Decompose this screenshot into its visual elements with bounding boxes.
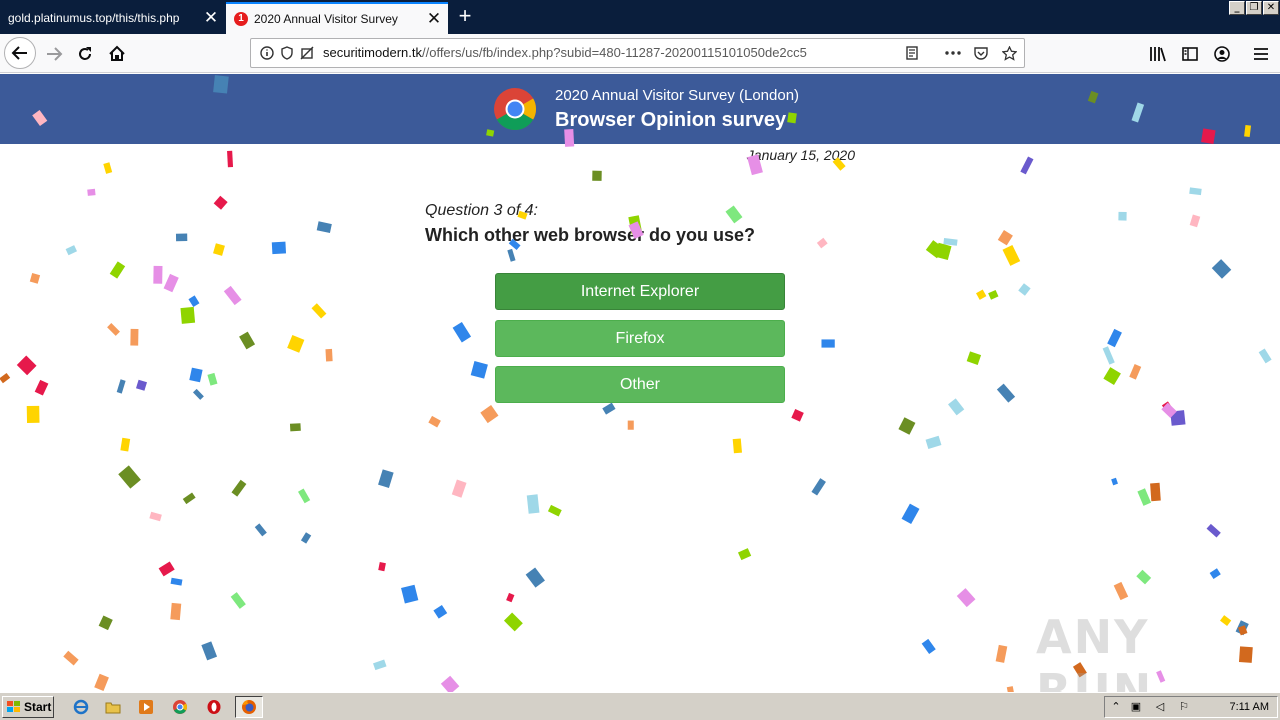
new-tab-button[interactable]: + [450, 2, 480, 32]
forward-arrow-icon [47, 47, 63, 61]
answer-firefox-button[interactable]: Firefox [495, 320, 785, 357]
windows-logo-icon [7, 701, 20, 712]
library-icon[interactable] [1148, 44, 1168, 64]
answer-other-button[interactable]: Other [495, 366, 785, 403]
minimize-button[interactable]: _ [1229, 1, 1245, 15]
opera-icon[interactable] [205, 698, 223, 716]
action-center-flag-icon[interactable]: ⚐ [1177, 700, 1191, 714]
network-icon[interactable]: ▣ [1129, 700, 1143, 714]
notification-badge-icon: 1 [234, 12, 248, 26]
home-icon [109, 45, 125, 61]
start-button[interactable]: Start [2, 696, 54, 718]
system-tray: ⌃ ▣ ◁ ⚐ 7:11 AM [1104, 696, 1278, 718]
home-button[interactable] [102, 39, 132, 69]
tab-gold-platinumus[interactable]: gold.platinumus.top/this/this.php ✕ [0, 2, 225, 34]
tab-visitor-survey[interactable]: 1 2020 Annual Visitor Survey ✕ [226, 2, 448, 34]
question-counter: Question 3 of 4: [425, 202, 538, 219]
taskbar-clock[interactable]: 7:11 AM [1229, 701, 1269, 713]
window-controls: _ ❐ ✕ [1229, 1, 1279, 15]
back-button[interactable] [4, 37, 36, 69]
restore-button[interactable]: ❐ [1246, 1, 1262, 15]
tab-title: gold.platinumus.top/this/this.php [8, 11, 180, 25]
close-window-button[interactable]: ✕ [1263, 1, 1279, 15]
bookmark-star-icon[interactable] [1001, 45, 1017, 61]
url-host: securitimodern.tk [323, 45, 422, 60]
tab-close-icon[interactable]: ✕ [197, 3, 225, 33]
media-player-icon[interactable] [137, 698, 155, 716]
account-icon[interactable] [1212, 44, 1232, 64]
survey-banner: 2020 Annual Visitor Survey (London) Brow… [0, 74, 1280, 144]
reader-view-icon[interactable] [904, 45, 920, 61]
banner-title: Browser Opinion survey [555, 109, 787, 131]
reload-button[interactable] [70, 39, 100, 69]
windows-taskbar: Start ⌃ ▣ ◁ ⚐ 7:11 AM [0, 692, 1280, 720]
info-icon[interactable] [259, 45, 275, 61]
firefox-icon[interactable] [235, 696, 263, 718]
url-path: //offers/us/fb/index.php?subid=480-11287… [421, 45, 807, 60]
answer-internet-explorer-button[interactable]: Internet Explorer [495, 273, 785, 310]
internet-explorer-icon[interactable] [72, 698, 90, 716]
show-hidden-icons-icon[interactable]: ⌃ [1109, 700, 1123, 714]
reload-icon [79, 47, 91, 60]
chrome-icon[interactable] [171, 698, 189, 716]
address-bar[interactable]: securitimodern.tk//offers/us/fb/index.ph… [250, 38, 1025, 68]
url-text: securitimodern.tk//offers/us/fb/index.ph… [323, 45, 807, 60]
tracking-protection-shield-icon[interactable] [279, 45, 295, 61]
web-page: 2020 Annual Visitor Survey (London) Brow… [0, 74, 1280, 692]
navigation-toolbar: securitimodern.tk//offers/us/fb/index.ph… [0, 34, 1280, 73]
tab-strip: gold.platinumus.top/this/this.php ✕ 1 20… [0, 0, 1280, 34]
page-actions-ellipsis-icon[interactable] [945, 45, 961, 61]
folder-icon[interactable] [104, 698, 122, 716]
question-text: Which other web browser do you use? [425, 225, 756, 245]
tab-close-icon[interactable]: ✕ [420, 4, 448, 34]
forward-button[interactable] [39, 39, 69, 69]
volume-icon[interactable]: ◁ [1153, 700, 1167, 714]
permissions-icon[interactable] [299, 45, 315, 61]
back-arrow-icon [11, 46, 27, 60]
anyrun-watermark: ANY RUN [1036, 610, 1154, 692]
tab-title: 2020 Annual Visitor Survey [254, 12, 398, 26]
start-label: Start [24, 700, 52, 714]
menu-hamburger-icon[interactable] [1251, 44, 1271, 64]
pocket-icon[interactable] [973, 45, 989, 61]
sidebar-icon[interactable] [1180, 44, 1200, 64]
banner-subtitle: 2020 Annual Visitor Survey (London) [555, 87, 800, 104]
chrome-logo-icon [494, 88, 537, 131]
survey-date: January 15, 2020 [746, 147, 855, 163]
